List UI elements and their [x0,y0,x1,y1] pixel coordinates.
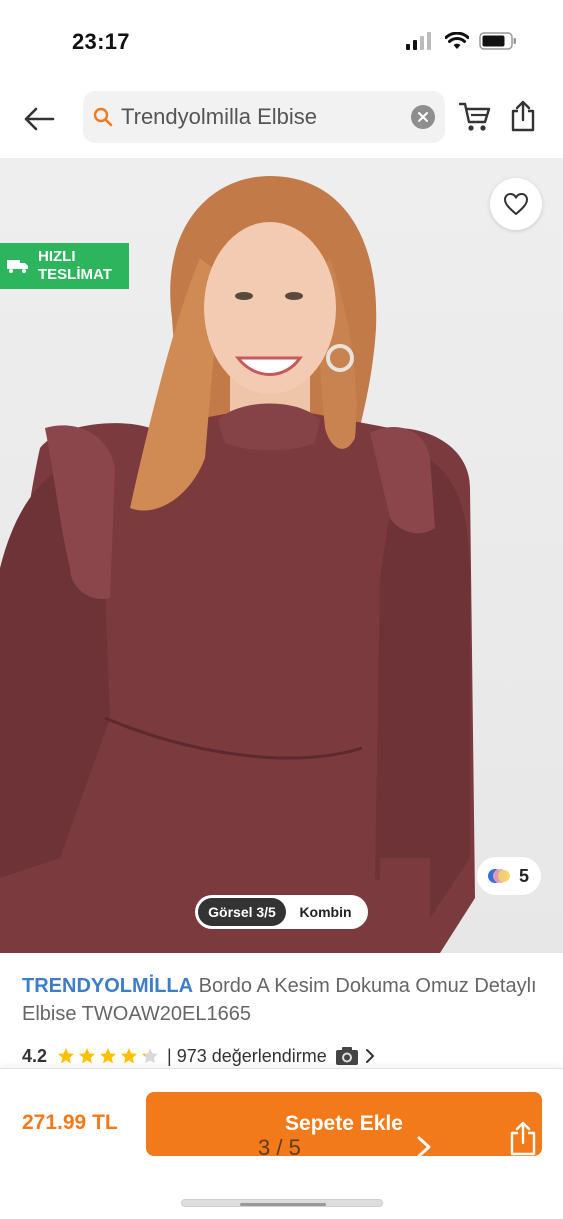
status-icons [405,32,517,50]
star-icon [121,1048,138,1064]
fast-delivery-line2: TESLİMAT [38,266,112,283]
favorite-button[interactable] [490,178,542,230]
share-icon [511,100,535,132]
color-options-button[interactable]: 5 [477,857,541,895]
search-box[interactable]: Trendyolmilla Elbise [83,91,445,143]
heart-icon [504,193,528,215]
wifi-icon [445,32,469,49]
fast-delivery-badge: HIZLI TESLİMAT [0,243,129,289]
share-button[interactable] [508,98,538,134]
tab-images[interactable]: Görsel 3/5 [198,898,286,926]
add-to-cart-label: Sepete Ekle [285,1112,403,1135]
star-icon [100,1048,117,1064]
product-title: TRENDYOLMİLLA Bordo A Kesim Dokuma Omuz … [22,972,547,1028]
product-image[interactable]: HIZLI TESLİMAT 5 Görsel 3/5 Kombin [0,158,563,953]
review-count: | 973 değerlendirme [167,1045,327,1066]
color-count: 5 [519,865,530,886]
cart-icon [459,102,491,131]
cart-button[interactable] [458,100,492,134]
rating-stars [57,1047,159,1065]
chevron-right-icon [365,1049,375,1063]
battery-icon [479,32,516,50]
clear-icon[interactable] [411,105,435,129]
signal-icon [406,32,431,50]
color-palette-icon [488,869,510,883]
home-indicator[interactable] [181,1199,383,1207]
price: 271.99 TL [22,1111,118,1134]
add-to-cart-button[interactable]: Sepete Ekle [146,1092,542,1156]
image-pager-text: 3 / 5 [258,1135,301,1160]
search-input[interactable]: Trendyolmilla Elbise [121,104,411,130]
fast-delivery-line1: HIZLI [38,248,76,265]
back-button[interactable] [18,98,60,140]
arrow-left-icon [24,107,55,131]
header: Trendyolmilla Elbise [0,88,563,150]
next-chevron-icon[interactable] [416,1135,432,1159]
overlay-share-icon[interactable] [509,1121,537,1157]
status-time: 23:17 [72,29,130,54]
bottom-bar: 271.99 TL Sepete Ekle 3 / 5 [0,1068,563,1219]
star-icon [142,1048,159,1064]
star-icon [79,1048,96,1064]
status-bar: 23:17 [0,0,563,80]
camera-icon [335,1047,358,1065]
rating-value: 4.2 [22,1045,48,1066]
brand-link[interactable]: TRENDYOLMİLLA [22,975,193,997]
gallery-tabs: Görsel 3/5 Kombin [195,895,368,929]
tab-combine[interactable]: Kombin [286,904,365,920]
star-icon [58,1048,75,1064]
search-icon [93,107,113,127]
rating-row[interactable]: 4.2 | 973 değerlendirme [22,1043,375,1069]
truck-icon [7,260,28,273]
fast-delivery-text: HIZLI TESLİMAT [38,248,112,284]
